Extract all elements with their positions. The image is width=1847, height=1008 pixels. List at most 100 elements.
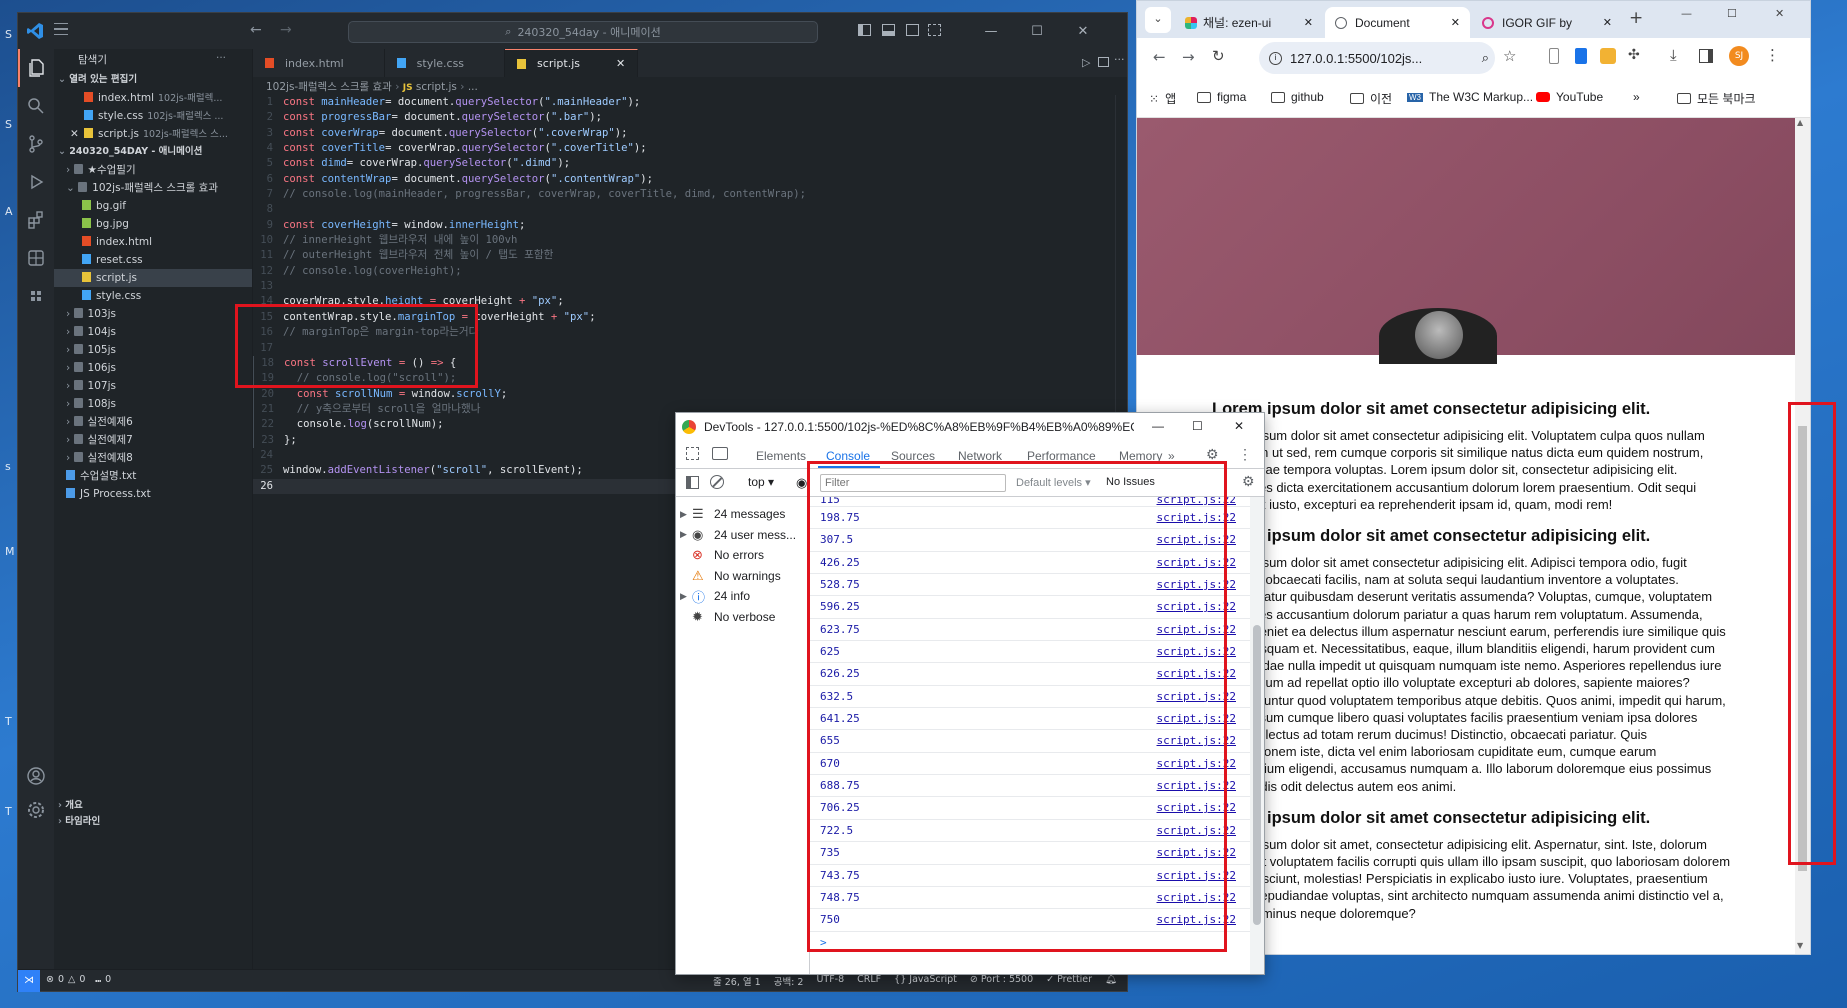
tree-folder[interactable]: › ★수업필기 <box>54 161 252 179</box>
bookmark-star-icon[interactable]: ☆ <box>1503 47 1516 65</box>
download-icon[interactable]: ⤓ <box>1670 46 1677 64</box>
indentation[interactable]: 공백: 2 <box>774 974 804 988</box>
run-debug-icon[interactable] <box>18 163 54 201</box>
search-icon[interactable] <box>18 87 54 125</box>
minimize-button[interactable]: — <box>1681 7 1692 20</box>
address-bar[interactable]: i 127.0.0.1:5500/102js... ⌕ <box>1259 42 1495 74</box>
live-server-port[interactable]: ⊘ Port : 5500 <box>970 974 1033 988</box>
expand-arrow-icon[interactable]: ▶ <box>680 509 692 520</box>
scroll-down-arrow-icon[interactable]: ▼ <box>1797 941 1803 950</box>
timeline-section[interactable]: › 타임라인 <box>54 813 253 831</box>
tree-folder[interactable]: › 106js <box>54 359 252 377</box>
chrome-menu-icon[interactable]: ⋮ <box>1765 46 1780 64</box>
zoom-search-icon[interactable]: ⌕ <box>1482 50 1489 66</box>
testing-icon[interactable] <box>18 277 54 315</box>
layout-icon[interactable] <box>928 24 941 36</box>
source-control-icon[interactable] <box>18 125 54 163</box>
tree-file[interactable]: index.html <box>54 233 252 251</box>
context-selector[interactable]: top ▾ <box>748 475 774 489</box>
console-sidebar-item[interactable]: ▶ ⓘ 24 info <box>680 585 750 607</box>
tree-file[interactable]: reset.css <box>54 251 252 269</box>
tree-folder[interactable]: › 108js <box>54 395 252 413</box>
clear-console-icon[interactable] <box>710 475 724 489</box>
close-button[interactable]: ✕ <box>1234 419 1244 433</box>
close-button[interactable]: ✕ <box>1775 7 1784 20</box>
back-arrow-icon[interactable]: ← <box>250 22 262 38</box>
console-sidebar-item[interactable]: ▶ ◉ 24 user mess... <box>680 524 796 546</box>
console-sidebar-item[interactable]: ✹ No verbose <box>680 606 775 628</box>
run-icon[interactable]: ▷ <box>1082 56 1090 69</box>
tab-close-icon[interactable]: ✕ <box>1451 16 1460 29</box>
tab-close-icon[interactable]: ✕ <box>1603 16 1612 29</box>
browser-tab[interactable]: 채널: ezen-ui ✕ <box>1175 7 1323 38</box>
settings-gear-icon[interactable] <box>18 791 54 829</box>
tree-folder[interactable]: › 실전예제8 <box>54 449 252 467</box>
bookmark-folder[interactable]: 이전 <box>1350 90 1392 107</box>
bookmark-link[interactable]: W3 The W3C Markup... <box>1407 90 1533 104</box>
toggle-sidebar-icon[interactable] <box>858 24 871 36</box>
editor-tab[interactable]: index.html <box>253 49 385 77</box>
forward-arrow-icon[interactable]: → <box>280 22 292 38</box>
end-of-line[interactable]: CRLF <box>857 974 881 988</box>
toggle-panel-icon[interactable] <box>882 24 895 36</box>
all-bookmarks[interactable]: 모든 북마크 <box>1677 90 1756 107</box>
tab-close-icon[interactable]: ✕ <box>616 57 625 70</box>
profile-avatar[interactable]: SJ <box>1729 46 1749 66</box>
tree-file[interactable]: 수업설명.txt <box>54 467 252 485</box>
open-editor-item[interactable]: style.css 102js-패럴렉스 ... <box>54 107 252 125</box>
command-center-search[interactable]: ⌕ 240320_54day - 애니메이션 <box>348 21 818 43</box>
open-editor-item[interactable]: ✕ script.js 102js-패럴렉스 스... <box>54 125 252 143</box>
menu-icon[interactable] <box>54 23 68 35</box>
browser-tab-active[interactable]: Document ✕ <box>1325 7 1470 38</box>
reload-icon[interactable]: ↻ <box>1212 47 1225 65</box>
scrollbar-thumb[interactable] <box>1253 625 1261 925</box>
browser-tab[interactable]: IGOR GIF by ✕ <box>1472 7 1622 38</box>
device-toolbar-icon[interactable] <box>712 447 728 460</box>
more-options-icon[interactable]: ⋮ <box>1238 446 1252 463</box>
tab-elements[interactable]: Elements <box>756 449 806 463</box>
tree-folder[interactable]: ⌄ 102js-패럴렉스 스크롤 효과 <box>54 179 252 197</box>
maximize-button[interactable]: ☐ <box>1192 419 1203 433</box>
notifications-bell-icon[interactable]: 🔔︎ <box>1105 974 1117 988</box>
tree-folder[interactable]: › 105js <box>54 341 252 359</box>
expand-arrow-icon[interactable]: ▶ <box>680 591 692 602</box>
open-editors-header[interactable]: ⌄ 열려 있는 편집기 <box>54 71 252 89</box>
tab-close-icon[interactable]: ✕ <box>1304 16 1313 29</box>
extension-icon[interactable] <box>1600 48 1616 64</box>
inspect-element-icon[interactable] <box>686 447 699 460</box>
close-button[interactable]: ✕ <box>1060 13 1106 49</box>
breadcrumb-symbol[interactable]: ... <box>468 81 478 93</box>
bookmark-folder[interactable]: github <box>1271 90 1324 104</box>
new-tab-plus-icon[interactable]: + <box>1629 8 1643 28</box>
console-sidebar-item[interactable]: ⚠ No warnings <box>680 565 781 587</box>
tab-search-button[interactable]: ⌄ <box>1145 7 1171 33</box>
tree-folder[interactable]: › 103js <box>54 305 252 323</box>
split-editor-icon[interactable] <box>1098 57 1109 67</box>
console-sidebar-item[interactable]: ▶ ☰ 24 messages <box>680 503 785 525</box>
close-editor-icon[interactable]: ✕ <box>70 125 79 143</box>
site-info-icon[interactable]: i <box>1269 51 1282 65</box>
side-panel-icon[interactable] <box>1699 49 1713 63</box>
editor-more-icon[interactable]: ··· <box>1114 53 1125 66</box>
workspace-header[interactable]: ⌄ 240320_54DAY - 애니메이션 <box>54 143 252 161</box>
console-sidebar-item[interactable]: ⊗ No errors <box>680 544 764 566</box>
live-expression-eye-icon[interactable]: ◉ <box>796 475 807 491</box>
breadcrumb-folder[interactable]: 102js-패럴렉스 스크롤 효과 <box>266 81 392 93</box>
tree-folder[interactable]: › 실전예제6 <box>54 413 252 431</box>
encoding[interactable]: UTF-8 <box>816 974 844 988</box>
extensions-icon[interactable] <box>18 201 54 239</box>
bookmark-folder[interactable]: figma <box>1197 90 1246 104</box>
editor-tab[interactable]: script.js ✕ <box>505 49 639 77</box>
tree-folder[interactable]: › 107js <box>54 377 252 395</box>
tree-folder[interactable]: › 104js <box>54 323 252 341</box>
tree-folder[interactable]: › 실전예제7 <box>54 431 252 449</box>
prettier-status[interactable]: ✓ Prettier <box>1046 974 1092 988</box>
extension-icon[interactable] <box>1549 48 1559 64</box>
more-bookmarks-chevron-icon[interactable]: » <box>1633 90 1640 104</box>
tree-file[interactable]: style.css <box>54 287 252 305</box>
explorer-icon[interactable] <box>18 49 54 87</box>
console-scrollbar[interactable] <box>1250 497 1264 974</box>
tree-file[interactable]: JS Process.txt <box>54 485 252 503</box>
console-settings-gear-icon[interactable]: ⚙ <box>1242 473 1255 490</box>
scroll-up-arrow-icon[interactable]: ▲ <box>1797 118 1803 127</box>
